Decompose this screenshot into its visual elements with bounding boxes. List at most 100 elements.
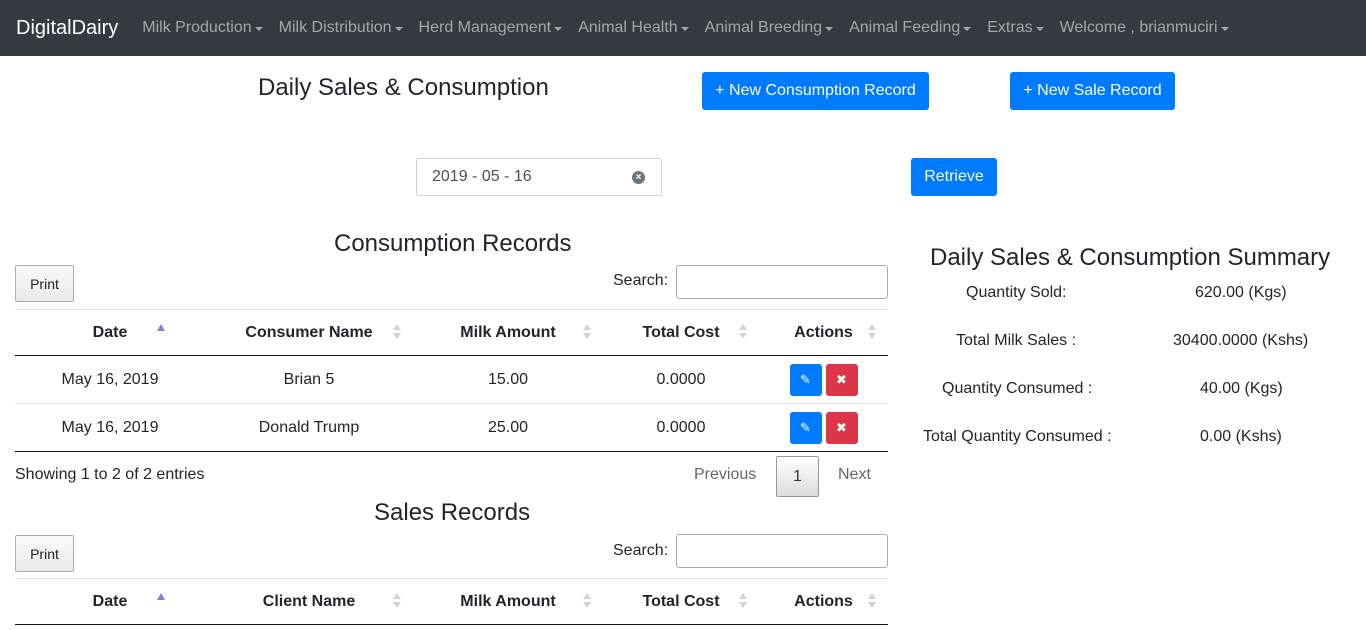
table-header-row: Date Client Name Milk Amount Total Cost … bbox=[15, 578, 888, 625]
sales-search-label: Search: bbox=[613, 542, 669, 559]
sort-asc-icon bbox=[157, 324, 165, 342]
col-label: Consumer Name bbox=[245, 323, 373, 341]
sales-table: Date Client Name Milk Amount Total Cost … bbox=[15, 578, 888, 625]
nav-extras[interactable]: Extras bbox=[987, 19, 1044, 37]
col-total-cost[interactable]: Total Cost bbox=[603, 578, 759, 625]
sales-print-button[interactable]: Print bbox=[15, 535, 74, 572]
cell-date: May 16, 2019 bbox=[15, 403, 205, 452]
consumption-print-button[interactable]: Print bbox=[15, 265, 74, 302]
x-icon[interactable]: ✖ bbox=[825, 411, 858, 444]
pagination-next[interactable]: Next bbox=[838, 466, 871, 484]
pagination-page-1[interactable]: 1 bbox=[776, 456, 819, 497]
col-consumer-name[interactable]: Consumer Name bbox=[205, 309, 413, 356]
nav-herd-management[interactable]: Herd Management bbox=[419, 19, 563, 37]
caret-down-icon bbox=[825, 27, 834, 31]
cell-actions: ✎ ✖ bbox=[759, 403, 888, 452]
col-label: Total Cost bbox=[642, 323, 720, 341]
summary-title: Daily Sales & Consumption Summary bbox=[930, 244, 1331, 271]
sort-asc-icon bbox=[157, 593, 165, 611]
sort-icon bbox=[583, 324, 591, 342]
nav-label: Welcome , brianmuciri bbox=[1059, 19, 1218, 36]
sort-icon bbox=[583, 593, 591, 611]
nav-label: Milk Distribution bbox=[278, 19, 392, 36]
consumption-table: Date Consumer Name Milk Amount Total Cos… bbox=[15, 309, 888, 452]
cell-date: May 16, 2019 bbox=[15, 355, 205, 404]
new-sale-record-button[interactable]: + New Sale Record bbox=[1010, 72, 1175, 110]
col-date[interactable]: Date bbox=[15, 309, 205, 356]
col-milk-amount[interactable]: Milk Amount bbox=[413, 578, 603, 625]
nav-user-menu[interactable]: Welcome , brianmuciri bbox=[1060, 19, 1229, 37]
page-title: Daily Sales & Consumption bbox=[258, 74, 549, 101]
date-field[interactable]: 2019 - 05 - 16 × bbox=[416, 158, 662, 196]
col-label: Date bbox=[92, 323, 128, 341]
nav-milk-distribution[interactable]: Milk Distribution bbox=[279, 19, 403, 37]
top-navbar: DigitalDairy Milk Production Milk Distri… bbox=[0, 0, 1366, 56]
sales-records-title: Sales Records bbox=[374, 499, 531, 526]
cell-actions: ✎ ✖ bbox=[759, 355, 888, 404]
summary-value-quantity-consumed: 40.00 (Kgs) bbox=[1200, 380, 1283, 397]
nav-label: Animal Feeding bbox=[849, 19, 961, 36]
sales-search-input[interactable] bbox=[676, 534, 888, 568]
cell-total-cost: 0.0000 bbox=[603, 403, 759, 452]
consumption-search-label: Search: bbox=[613, 272, 669, 289]
col-label: Milk Amount bbox=[460, 323, 556, 341]
retrieve-button[interactable]: Retrieve bbox=[911, 158, 997, 196]
summary-label-total-milk-sales: Total Milk Sales : bbox=[956, 332, 1077, 349]
nav-label: Animal Health bbox=[578, 19, 678, 36]
summary-value-total-milk-sales: 30400.0000 (Kshs) bbox=[1173, 332, 1309, 349]
col-label: Date bbox=[92, 592, 128, 610]
col-date[interactable]: Date bbox=[15, 578, 205, 625]
date-value: 2019 - 05 - 16 bbox=[432, 168, 532, 185]
table-info: Showing 1 to 2 of 2 entries bbox=[15, 466, 205, 483]
summary-label-quantity-consumed: Quantity Consumed : bbox=[942, 380, 1093, 397]
summary-value-total-quantity-consumed: 0.00 (Kshs) bbox=[1200, 428, 1282, 445]
col-label: Total Cost bbox=[642, 592, 720, 610]
nav-animal-feeding[interactable]: Animal Feeding bbox=[849, 19, 972, 37]
summary-value-quantity-sold: 620.00 (Kgs) bbox=[1195, 284, 1287, 301]
col-milk-amount[interactable]: Milk Amount bbox=[413, 309, 603, 356]
col-label: Client Name bbox=[262, 592, 356, 610]
col-client-name[interactable]: Client Name bbox=[205, 578, 413, 625]
summary-label-quantity-sold: Quantity Sold: bbox=[966, 284, 1067, 301]
pencil-square-icon[interactable]: ✎ bbox=[789, 411, 822, 444]
sort-icon bbox=[739, 324, 747, 342]
caret-down-icon bbox=[963, 27, 972, 31]
pagination-previous[interactable]: Previous bbox=[694, 466, 756, 484]
nav-milk-production[interactable]: Milk Production bbox=[142, 19, 263, 37]
nav-animal-breeding[interactable]: Animal Breeding bbox=[704, 19, 834, 37]
cell-total-cost: 0.0000 bbox=[603, 355, 759, 404]
col-label: Actions bbox=[794, 323, 853, 341]
cell-consumer-name: Brian 5 bbox=[205, 355, 413, 404]
col-actions[interactable]: Actions bbox=[759, 309, 888, 356]
caret-down-icon bbox=[554, 27, 563, 31]
clear-icon[interactable]: × bbox=[632, 171, 645, 184]
caret-down-icon bbox=[680, 27, 689, 31]
cell-milk-amount: 25.00 bbox=[413, 403, 603, 452]
col-actions[interactable]: Actions bbox=[759, 578, 888, 625]
table-header-row: Date Consumer Name Milk Amount Total Cos… bbox=[15, 309, 888, 356]
consumption-records-title: Consumption Records bbox=[334, 230, 572, 257]
sort-icon bbox=[393, 324, 401, 342]
table-row: May 16, 2019 Brian 5 15.00 0.0000 ✎ ✖ bbox=[15, 355, 888, 404]
col-total-cost[interactable]: Total Cost bbox=[603, 309, 759, 356]
pencil-square-icon[interactable]: ✎ bbox=[789, 363, 822, 396]
brand-logo[interactable]: DigitalDairy bbox=[16, 17, 118, 40]
sort-icon bbox=[393, 593, 401, 611]
x-icon[interactable]: ✖ bbox=[825, 363, 858, 396]
caret-down-icon bbox=[254, 27, 263, 31]
sort-icon bbox=[739, 593, 747, 611]
cell-consumer-name: Donald Trump bbox=[205, 403, 413, 452]
nav-label: Milk Production bbox=[142, 19, 252, 36]
new-consumption-record-button[interactable]: + New Consumption Record bbox=[702, 72, 929, 110]
caret-down-icon bbox=[1220, 27, 1229, 31]
nav-label: Extras bbox=[987, 19, 1033, 36]
nav-animal-health[interactable]: Animal Health bbox=[578, 19, 689, 37]
cell-milk-amount: 15.00 bbox=[413, 355, 603, 404]
sort-icon bbox=[868, 324, 876, 342]
nav-label: Animal Breeding bbox=[704, 19, 823, 36]
sort-icon bbox=[868, 593, 876, 611]
summary-label-total-quantity-consumed: Total Quantity Consumed : bbox=[923, 428, 1112, 445]
nav-label: Herd Management bbox=[418, 19, 552, 36]
col-label: Milk Amount bbox=[460, 592, 556, 610]
consumption-search-input[interactable] bbox=[676, 265, 888, 299]
